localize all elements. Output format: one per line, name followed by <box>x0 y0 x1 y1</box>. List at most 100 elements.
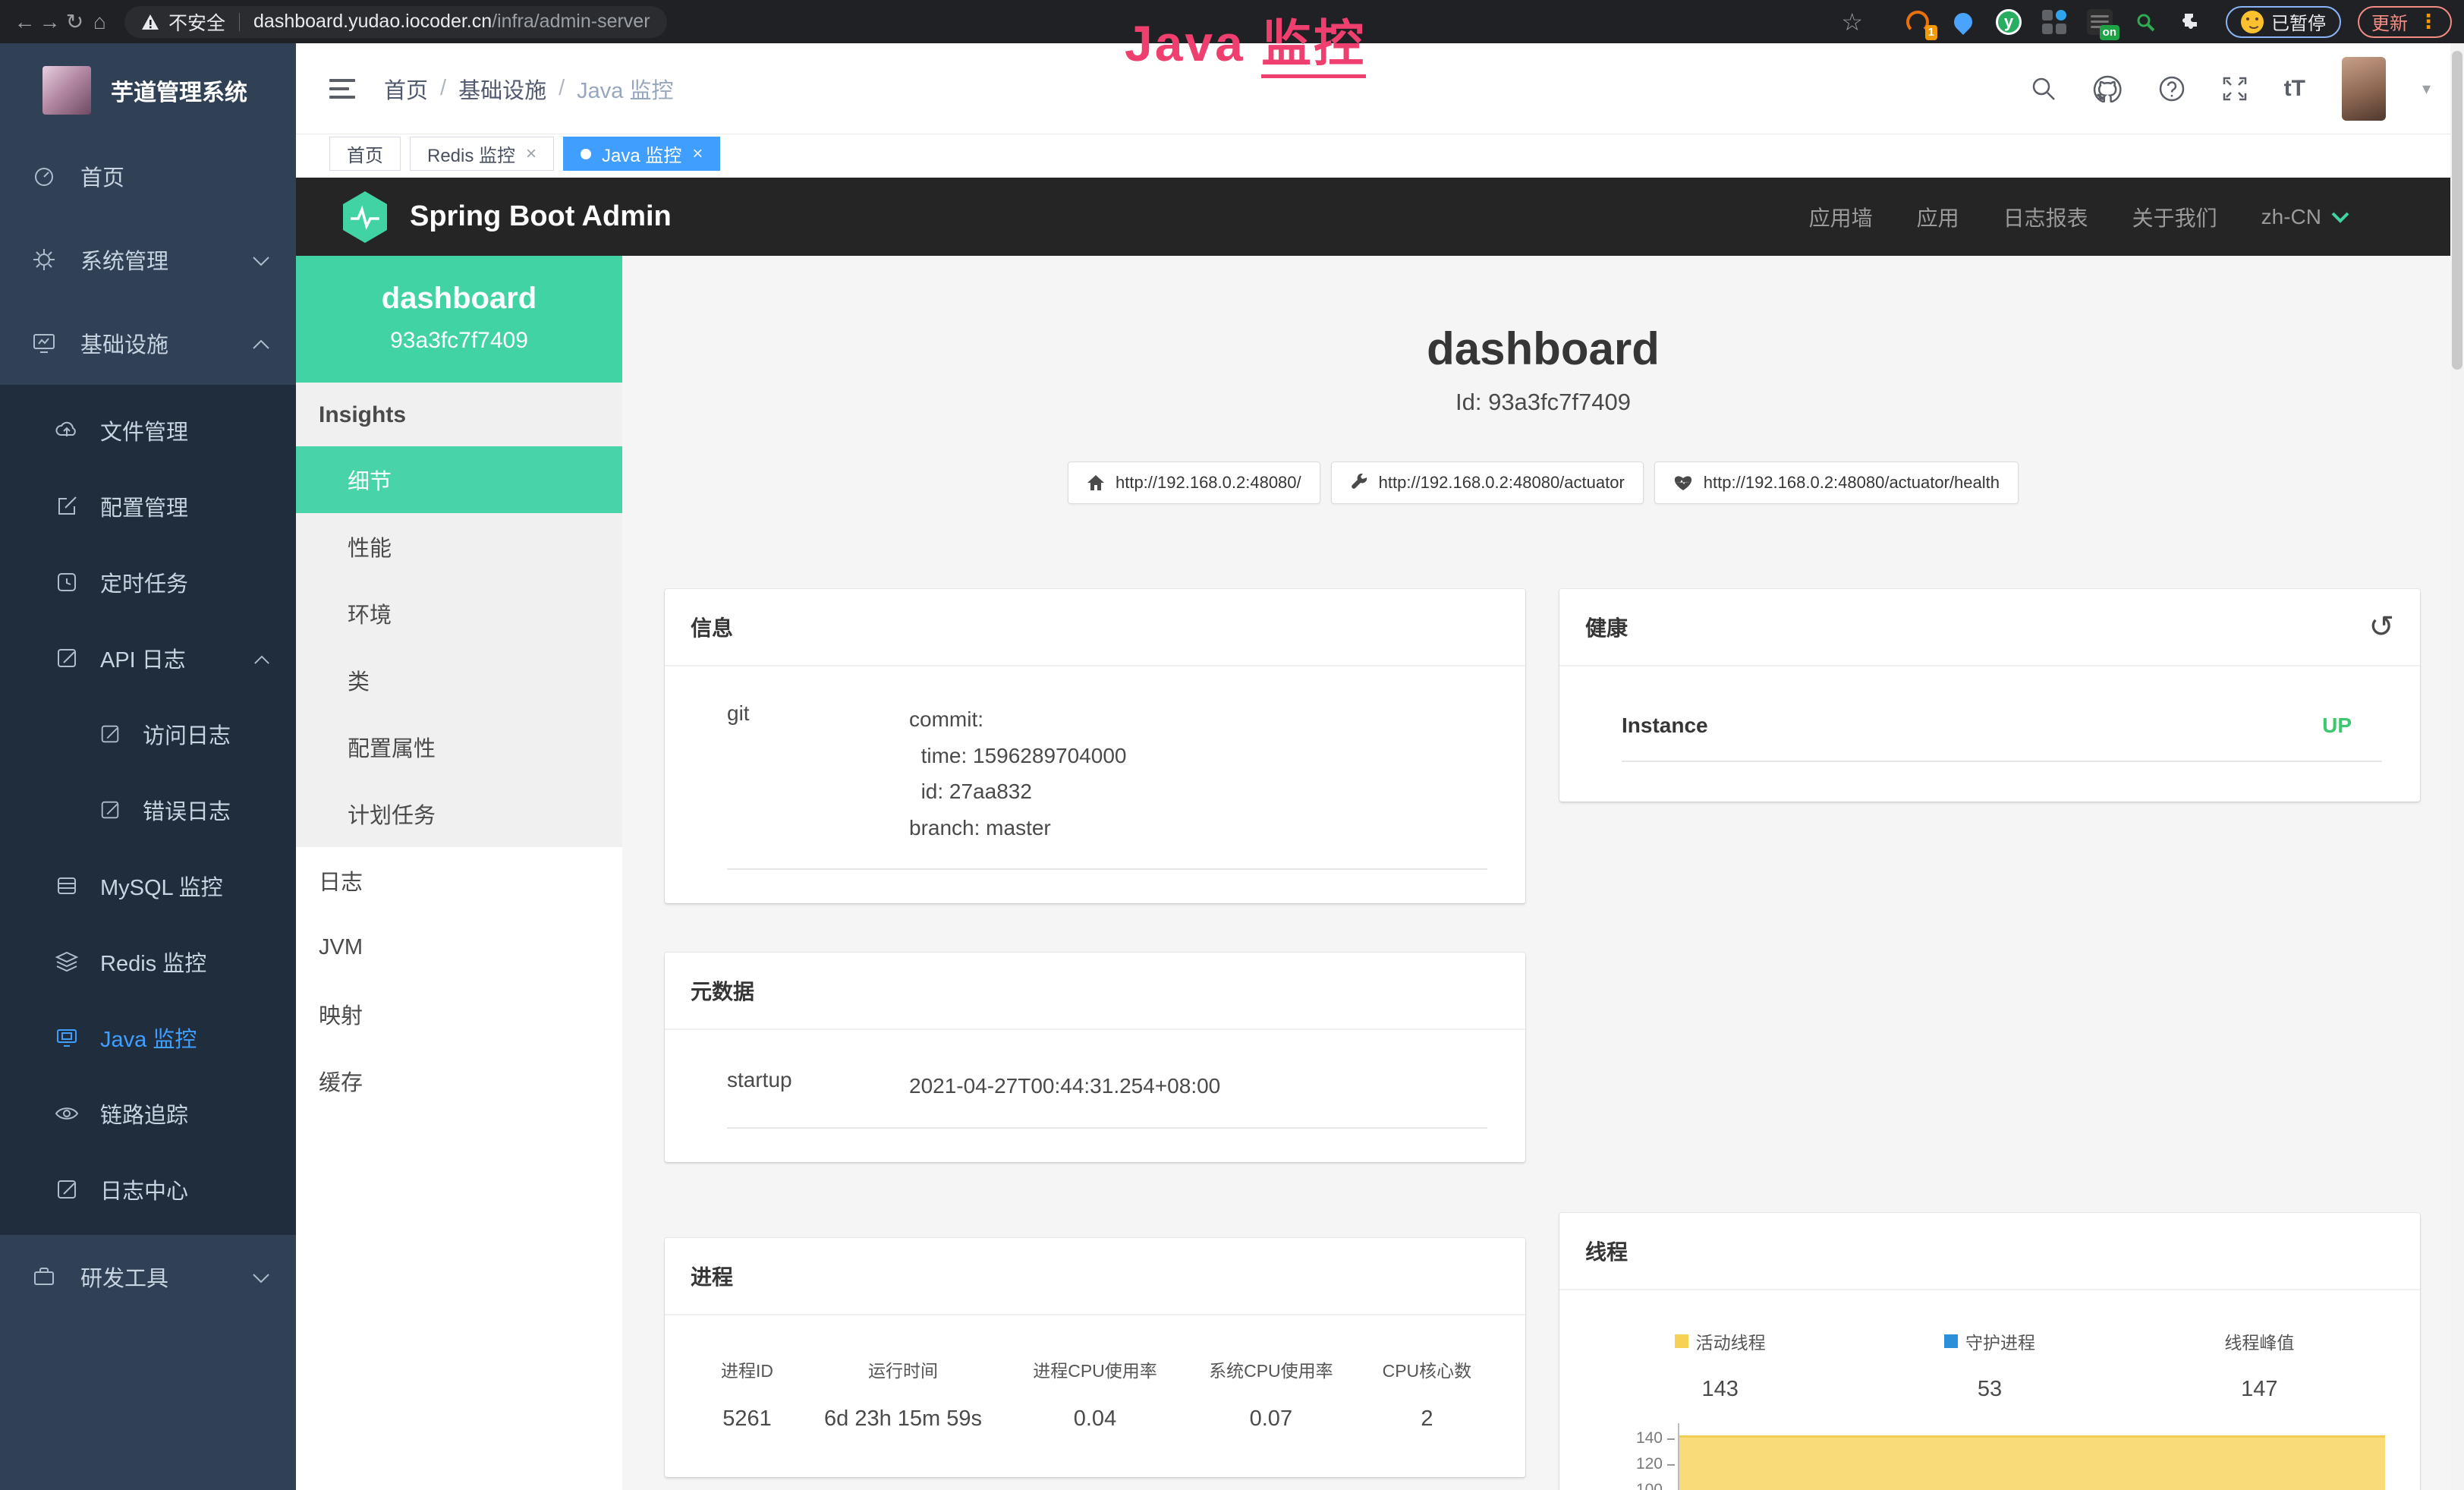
sba-nav-about[interactable]: 关于我们 <box>2132 202 2217 232</box>
service-url-link[interactable]: http://192.168.0.2:48080/ <box>1068 461 1320 504</box>
profile-emoji-icon <box>2241 11 2264 33</box>
scrollbar-thumb[interactable] <box>2452 51 2462 370</box>
extension-colorzilla-icon[interactable]: 1 <box>1904 8 1931 36</box>
heartbeat-icon <box>1673 474 1693 492</box>
live-threads-value: 143 <box>1701 1377 1738 1402</box>
divider <box>727 868 1487 870</box>
sidebar-item-tracing[interactable]: 链路追踪 <box>0 1076 296 1151</box>
threads-card: 线程 活动线程 143 守护进程 <box>1559 1213 2420 1490</box>
app-logo[interactable]: 芋道管理系统 <box>0 43 296 134</box>
eye-icon <box>55 1101 79 1126</box>
help-icon[interactable] <box>2158 75 2186 102</box>
sba-brand[interactable]: Spring Boot Admin <box>340 190 672 244</box>
tab-home[interactable]: 首页 <box>329 137 401 171</box>
process-cpu: 0.04 <box>1007 1407 1183 1432</box>
logo-avatar <box>42 66 91 115</box>
extensions-puzzle-icon[interactable] <box>2177 8 2204 36</box>
bookmark-star-icon[interactable]: ☆ <box>1841 8 1863 36</box>
security-label[interactable]: 不安全 <box>168 8 225 36</box>
sba-menu-classes[interactable]: 类 <box>296 647 622 713</box>
sidebar-item-system[interactable]: 系统管理 <box>0 218 296 301</box>
breadcrumb-home[interactable]: 首页 <box>384 73 428 105</box>
cloud-upload-icon <box>55 418 79 443</box>
screen: ← → ↻ ⌂ 不安全 dashboard.yudao.iocoder.cn/i… <box>0 0 2464 1490</box>
tab-java-monitor[interactable]: Java 监控 × <box>563 137 720 171</box>
history-icon[interactable]: ↺ <box>2368 612 2394 642</box>
close-icon[interactable]: × <box>692 143 703 165</box>
home-icon[interactable]: ⌂ <box>87 0 112 43</box>
metadata-value: 2021-04-27T00:44:31.254+08:00 <box>909 1068 1487 1104</box>
extension-sprout-icon[interactable] <box>2132 8 2159 36</box>
sidebar-item-file-manage[interactable]: 文件管理 <box>0 392 296 468</box>
user-avatar[interactable] <box>2342 57 2386 121</box>
paused-profile-chip[interactable]: 已暂停 <box>2226 6 2341 38</box>
page-scrollbar[interactable] <box>2450 43 2464 1490</box>
reload-icon[interactable]: ↻ <box>62 0 87 43</box>
extension-switch-icon[interactable]: on <box>2086 8 2113 36</box>
browser-menu-icon[interactable]: ⋮ <box>2418 10 2438 33</box>
annotation-java-monitor: Java 监控 <box>1125 3 1366 76</box>
sidebar-item-dev-tools[interactable]: 研发工具 <box>0 1235 296 1318</box>
active-dot <box>581 149 591 159</box>
sidebar-item-scheduled-jobs[interactable]: 定时任务 <box>0 544 296 620</box>
address-bar[interactable]: 不安全 dashboard.yudao.iocoder.cn/infra/adm… <box>124 6 667 38</box>
sba-nav-journal[interactable]: 日志报表 <box>2003 202 2088 232</box>
sidebar-item-config-manage[interactable]: 配置管理 <box>0 468 296 544</box>
daemon-threads-value: 53 <box>1978 1377 2002 1402</box>
system-cpu: 0.07 <box>1183 1407 1359 1432</box>
sba-menu-logs[interactable]: 日志 <box>296 847 622 914</box>
actuator-url-link[interactable]: http://192.168.0.2:48080/actuator <box>1331 461 1644 504</box>
sidebar-item-log-center[interactable]: 日志中心 <box>0 1151 296 1227</box>
sidebar-item-home[interactable]: 首页 <box>0 134 296 218</box>
sidebar-item-api-log[interactable]: API 日志 <box>0 620 296 696</box>
sba-menu-jvm[interactable]: JVM <box>296 914 622 981</box>
process-card: 进程 进程ID5261 运行时间6d 23h 15m 59s 进程CPU使用率0… <box>665 1238 1525 1477</box>
search-icon[interactable] <box>2031 76 2056 102</box>
tag-tabs-bar: 首页 Redis 监控 × Java 监控 × <box>296 134 2464 178</box>
sidebar-item-java-monitor[interactable]: Java 监控 <box>0 1000 296 1076</box>
card-title: 元数据 <box>691 975 754 1006</box>
sidebar-item-redis-monitor[interactable]: Redis 监控 <box>0 924 296 1000</box>
monitor-icon <box>32 331 56 355</box>
chevron-down-icon <box>252 247 270 272</box>
extension-y-icon[interactable]: y <box>1995 8 2022 36</box>
sba-nav-applications[interactable]: 应用 <box>1917 202 1959 232</box>
fullscreen-icon[interactable] <box>2222 76 2248 102</box>
sba-menu-environment[interactable]: 环境 <box>296 580 622 647</box>
daemon-threads-swatch <box>1944 1334 1958 1348</box>
url-text[interactable]: dashboard.yudao.iocoder.cn/infra/admin-s… <box>253 11 650 33</box>
threads-chart: 140 120 100 <box>1613 1423 2388 1490</box>
forward-icon[interactable]: → <box>37 0 62 43</box>
sba-menu-scheduled[interactable]: 计划任务 <box>296 780 622 847</box>
extension-pin-icon[interactable] <box>1949 8 1977 36</box>
not-secure-warning-icon <box>141 14 159 30</box>
sba-menu-details[interactable]: 细节 <box>296 446 622 513</box>
chevron-up-icon <box>252 331 270 356</box>
health-url-link[interactable]: http://192.168.0.2:48080/actuator/health <box>1654 461 2019 504</box>
hamburger-icon[interactable] <box>329 79 355 99</box>
update-button[interactable]: 更新 ⋮ <box>2358 6 2452 38</box>
sidebar-item-mysql-monitor[interactable]: MySQL 监控 <box>0 848 296 924</box>
sba-content: dashboard Id: 93a3fc7f7409 http://192.16… <box>622 256 2464 1490</box>
sidebar-item-access-log[interactable]: 访问日志 <box>0 696 296 772</box>
admin-topbar: 首页 / 基础设施 / Java 监控 tT <box>296 43 2464 134</box>
log-icon <box>99 799 121 821</box>
tab-redis-monitor[interactable]: Redis 监控 × <box>410 137 554 171</box>
sba-locale-select[interactable]: zh-CN <box>2261 205 2350 229</box>
sidebar-item-infra[interactable]: 基础设施 <box>0 301 296 385</box>
sidebar-item-error-log[interactable]: 错误日志 <box>0 772 296 848</box>
extension-grid-icon[interactable] <box>2041 8 2068 36</box>
user-caret-icon[interactable]: ▾ <box>2422 79 2431 99</box>
sba-nav-wallboard[interactable]: 应用墙 <box>1809 202 1873 232</box>
back-icon[interactable]: ← <box>12 0 37 43</box>
wrench-icon <box>1350 474 1368 492</box>
close-icon[interactable]: × <box>526 143 537 165</box>
sba-instance-header[interactable]: dashboard 93a3fc7f7409 <box>296 256 622 383</box>
breadcrumb-infra[interactable]: 基础设施 <box>458 73 546 105</box>
github-icon[interactable] <box>2093 75 2122 102</box>
font-size-icon[interactable]: tT <box>2284 76 2305 102</box>
sba-menu-mappings[interactable]: 映射 <box>296 981 622 1047</box>
sba-menu-metrics[interactable]: 性能 <box>296 513 622 580</box>
sba-menu-caches[interactable]: 缓存 <box>296 1047 622 1114</box>
sba-menu-config-props[interactable]: 配置属性 <box>296 713 622 780</box>
